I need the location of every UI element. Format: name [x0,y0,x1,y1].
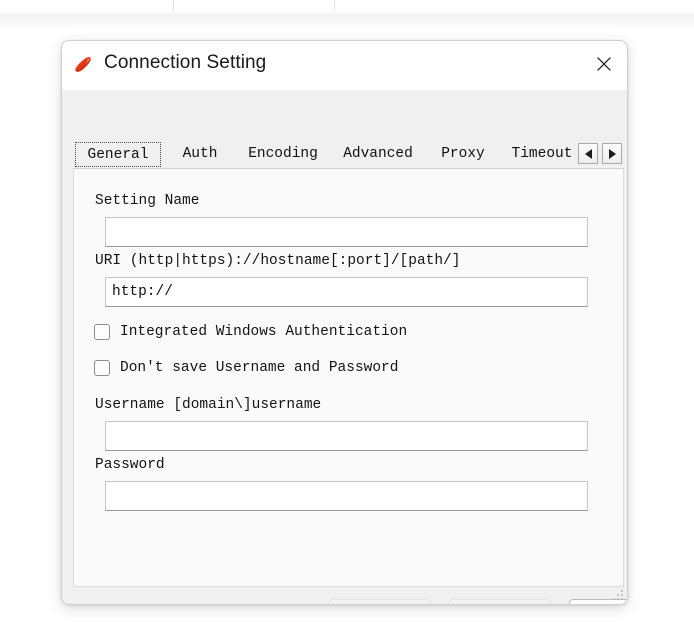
tab-encoding-label: Encoding [248,146,318,162]
connection-setting-dialog: Connection Setting General Auth Encoding… [61,40,628,605]
integrated-windows-auth-checkbox-row[interactable]: Integrated Windows Authentication [94,324,407,340]
tab-scroll-right-button[interactable] [602,143,622,164]
tabstrip: General Auth Encoding Advanced Proxy Tim… [73,142,624,168]
dont-save-credentials-checkbox-row[interactable]: Don't save Username and Password [94,360,398,376]
password-label: Password [95,457,165,473]
resize-grip[interactable] [611,588,623,600]
tab-advanced-label: Advanced [343,146,413,162]
username-label: Username [domain\]username [95,397,322,413]
dont-save-credentials-label: Don't save Username and Password [120,360,399,376]
tab-encoding[interactable]: Encoding [237,142,329,167]
tab-advanced[interactable]: Advanced [331,142,425,167]
dont-save-credentials-checkbox[interactable] [94,360,110,376]
tab-proxy[interactable]: Proxy [429,142,497,167]
ok-button[interactable]: OK [449,599,550,604]
pepper-icon [73,54,95,76]
close-icon [597,56,611,71]
tab-general-label: General [87,147,149,163]
uri-label: URI (http|https)://hostname[:port]/[path… [95,253,461,269]
test-button[interactable]: Test [329,599,430,604]
tab-auth-label: Auth [182,146,218,162]
background-window-strip [0,0,694,30]
tab-auth[interactable]: Auth [169,142,231,167]
background-divider-1 [173,0,174,13]
username-input[interactable] [105,421,588,451]
close-button[interactable] [581,41,627,86]
triangle-right-icon [608,148,616,159]
dialog-titlebar: Connection Setting [62,41,627,90]
setting-name-label: Setting Name [95,193,200,209]
integrated-windows-auth-label: Integrated Windows Authentication [120,324,408,340]
tab-panel-general: Setting Name URI (http|https)://hostname… [73,168,624,587]
uri-input[interactable] [105,277,588,307]
tab-scroll-left-button[interactable] [578,143,598,164]
tab-timeout[interactable]: Timeout [501,142,583,167]
background-divider-2 [334,0,335,13]
password-input[interactable] [105,481,588,511]
background-window-band [0,13,694,27]
dialog-body: General Auth Encoding Advanced Proxy Tim… [62,90,627,604]
tab-proxy-label: Proxy [441,146,485,162]
triangle-left-icon [584,148,592,159]
tab-timeout-label: Timeout [511,146,573,162]
tab-general[interactable]: General [75,142,161,167]
integrated-windows-auth-checkbox[interactable] [94,324,110,340]
setting-name-input[interactable] [105,217,588,247]
dialog-title: Connection Setting [104,52,267,73]
